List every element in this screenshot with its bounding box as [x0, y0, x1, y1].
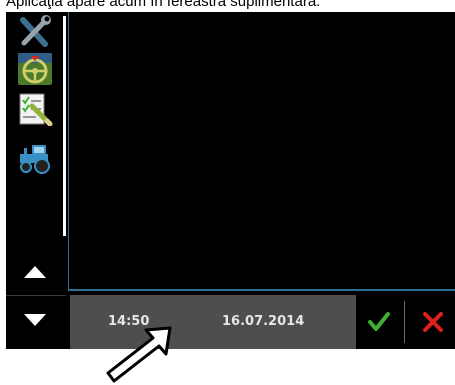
- wrench-screwdriver-icon[interactable]: [16, 15, 54, 49]
- cross-icon: [423, 312, 443, 332]
- supplementary-window[interactable]: [68, 12, 455, 291]
- scroll-separator: [6, 295, 66, 296]
- confirm-button[interactable]: [358, 306, 398, 338]
- caption-text: Aplicaţia apare acum în fereastra suplim…: [6, 0, 321, 10]
- checkmark-icon: [368, 312, 390, 331]
- checklist-notepad-icon[interactable]: [16, 92, 54, 127]
- cancel-button[interactable]: [413, 306, 453, 338]
- sidebar: [6, 12, 68, 295]
- scroll-down-button[interactable]: [14, 302, 58, 338]
- steering-wheel-icon[interactable]: [16, 52, 54, 86]
- current-date: 16.07.2014: [222, 314, 305, 329]
- terminal-screen: 14:50 16.07.2014: [6, 12, 455, 349]
- triangle-down-icon: [24, 314, 46, 326]
- pointer-arrow-icon: [106, 326, 172, 383]
- scroll-up-button[interactable]: [14, 252, 58, 288]
- triangle-up-icon: [24, 266, 46, 278]
- tractor-icon[interactable]: [16, 142, 54, 176]
- action-bar: [356, 295, 455, 349]
- action-divider: [404, 301, 405, 343]
- sidebar-divider: [63, 16, 66, 236]
